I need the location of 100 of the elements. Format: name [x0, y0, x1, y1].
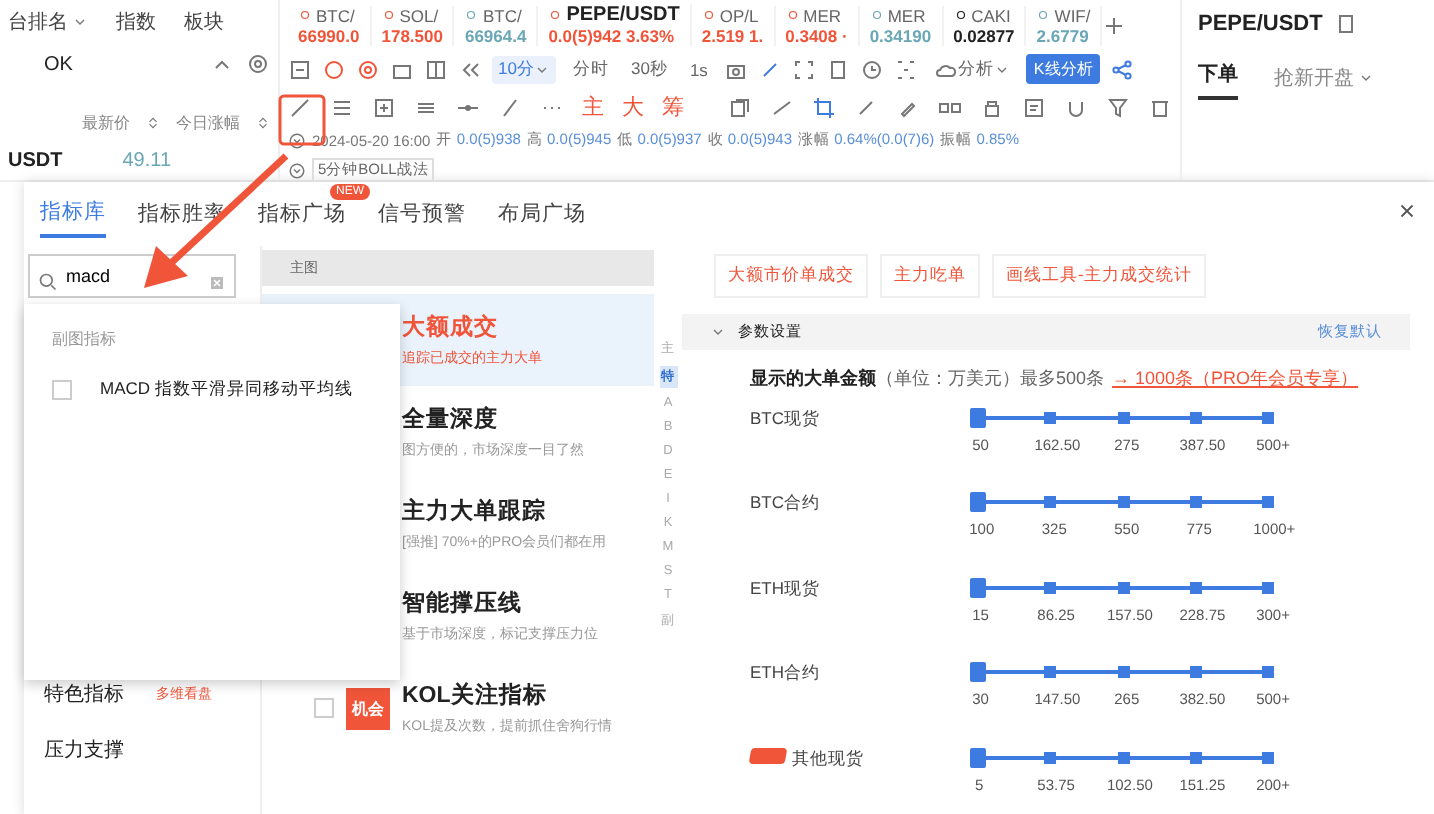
coin-icon: [1036, 8, 1051, 22]
settings-icon[interactable]: [246, 52, 270, 76]
order-tab[interactable]: 抢新开盘: [1274, 64, 1374, 100]
price-cell: 49.11: [122, 150, 172, 172]
layout-icon[interactable]: [424, 57, 448, 81]
copy-icon[interactable]: [1334, 12, 1359, 36]
category-item[interactable]: 压力支撑: [44, 736, 124, 764]
interval-tab[interactable]: 分时: [566, 55, 615, 83]
dialog-tab[interactable]: 指标库: [40, 190, 106, 238]
slider-stop: [1262, 666, 1274, 679]
checkbox[interactable]: [52, 380, 72, 400]
sort-icon[interactable]: [146, 116, 160, 130]
ticker-tab[interactable]: PEPE/USDT 0.0(5)942 3.63%: [538, 4, 692, 46]
grid-icon[interactable]: [893, 57, 918, 81]
filter-value[interactable]: OK: [8, 53, 73, 75]
lock-icon[interactable]: [980, 95, 1004, 119]
interval-tab[interactable]: 1s: [683, 57, 714, 81]
close-icon[interactable]: [1396, 200, 1418, 222]
market-tab[interactable]: 台排名: [8, 8, 88, 36]
slider-stop: [1189, 412, 1202, 424]
related-indicator-button[interactable]: 画线工具-主力成交统计: [992, 254, 1206, 298]
ticker-tab[interactable]: BTC/ 66990.0: [288, 5, 372, 45]
threshold-slider[interactable]: [970, 492, 1276, 513]
coin-icon: [464, 8, 479, 22]
ticker-tab[interactable]: SOL/ 178.500: [371, 5, 455, 45]
ticker-tab[interactable]: MER 0.3408 ·: [775, 5, 860, 45]
ticker-tab[interactable]: MER 0.34190: [859, 5, 944, 45]
coin-icon: [869, 8, 884, 22]
plus-box-icon[interactable]: [372, 95, 396, 119]
note-icon[interactable]: [1022, 95, 1046, 119]
market-tab[interactable]: 指数: [116, 8, 156, 36]
slider-stop: [1117, 751, 1129, 764]
calculator-icon[interactable]: [825, 57, 850, 81]
upgrade-link[interactable]: → 1000条（PRO年会员专享）: [1112, 366, 1359, 392]
column-header[interactable]: 最新价: [82, 112, 130, 134]
line-tool-icon[interactable]: [288, 95, 312, 119]
filter-icon[interactable]: [1106, 95, 1130, 119]
dialog-tab[interactable]: 信号预警: [378, 192, 466, 236]
indicator-shortcut[interactable]: 主: [582, 92, 604, 122]
slider-stop: [1262, 581, 1274, 594]
slider-thumb[interactable]: [970, 747, 986, 768]
indicator-tag: 机会: [346, 687, 390, 729]
indicator-title: 全量深度: [402, 404, 500, 434]
slider-thumb[interactable]: [970, 662, 986, 683]
checkbox[interactable]: [314, 698, 334, 718]
slider-stop: [1189, 751, 1202, 764]
ticker-tab[interactable]: OP/L 2.519 1.: [691, 5, 776, 45]
expand-icon[interactable]: [288, 131, 306, 149]
indicator-shortcut[interactable]: 大: [622, 92, 644, 122]
crop-icon[interactable]: [812, 95, 836, 119]
symbol-cell: USDT: [8, 150, 63, 172]
add-icon[interactable]: [1102, 13, 1127, 37]
coin-icon: [785, 8, 800, 22]
copy-icon[interactable]: [728, 95, 752, 119]
slider-label: BTC合约: [750, 492, 820, 517]
ticker-tab[interactable]: WIF/ 2.6779: [1026, 5, 1103, 45]
expand-icon[interactable]: [288, 161, 306, 179]
slider-stop: [1262, 412, 1274, 424]
slash-icon[interactable]: [498, 95, 522, 119]
interval-tab[interactable]: 30秒: [624, 55, 674, 83]
measure-icon[interactable]: [770, 95, 794, 119]
slider-stop: [1189, 496, 1202, 509]
sort-icon[interactable]: [256, 116, 270, 130]
amount-heading: 显示的大单金额（单位：万美元）最多500条: [750, 366, 1105, 392]
indicator-shortcut[interactable]: 筹: [662, 92, 684, 122]
record-icon[interactable]: [322, 57, 346, 81]
threshold-slider[interactable]: [970, 408, 1276, 428]
tag-icon: [748, 747, 788, 764]
order-tab[interactable]: 下单: [1198, 60, 1238, 100]
analysis-menu[interactable]: 分析: [927, 55, 1016, 83]
related-indicator-button[interactable]: 主力吃单: [880, 254, 980, 298]
threshold-slider[interactable]: [970, 577, 1276, 598]
slider-stop: [1044, 581, 1057, 594]
interval-tab[interactable]: 10分: [492, 55, 557, 83]
panel-icon[interactable]: [288, 57, 312, 81]
kline-analysis-button[interactable]: K线分析: [1025, 54, 1101, 84]
category-item[interactable]: 特色指标: [44, 680, 124, 708]
threshold-slider[interactable]: [970, 662, 1276, 683]
frame-icon[interactable]: [791, 57, 816, 81]
ticker-tab[interactable]: BTC/ 66964.4: [454, 5, 539, 45]
slider-thumb[interactable]: [970, 492, 986, 513]
share-icon[interactable]: [1110, 57, 1135, 81]
slider-thumb[interactable]: [970, 408, 986, 428]
lines-icon[interactable]: [330, 95, 354, 119]
pair-title: PEPE/USDT: [1198, 12, 1323, 36]
rewind-icon[interactable]: [458, 57, 482, 81]
ruler-icon[interactable]: [854, 95, 878, 119]
indicator-title: 大额成交: [402, 312, 500, 342]
target-icon[interactable]: [356, 57, 380, 81]
clock-icon[interactable]: [859, 57, 884, 81]
trash-icon[interactable]: [1148, 95, 1172, 119]
column-header[interactable]: 今日涨幅: [176, 112, 240, 134]
threshold-slider[interactable]: [970, 747, 1276, 768]
market-tab[interactable]: 板块: [184, 8, 224, 36]
related-indicator-button[interactable]: 大额市价单成交: [714, 254, 868, 298]
slider-stop: [1117, 666, 1129, 679]
dialog-tab[interactable]: 布局广场: [498, 192, 586, 236]
ticker-tab[interactable]: CAKI 0.02877: [943, 5, 1027, 45]
slider-thumb[interactable]: [970, 577, 986, 598]
coin-icon: [953, 8, 968, 22]
